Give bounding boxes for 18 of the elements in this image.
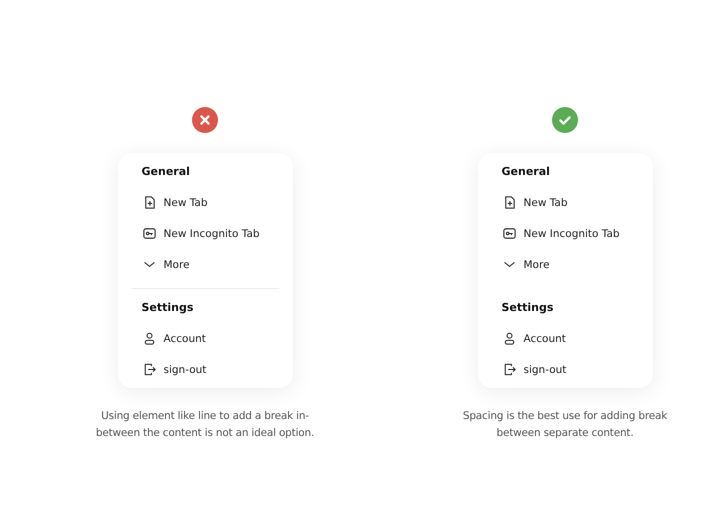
- menu-item[interactable]: New Incognito Tab: [478, 218, 652, 249]
- section-title: Settings: [140, 300, 194, 316]
- menu-item[interactable]: New Tab: [478, 187, 652, 218]
- menu-item[interactable]: Account: [118, 323, 292, 354]
- caption: Spacing is the best use for adding break between separate content.: [462, 409, 668, 441]
- menu-item[interactable]: New Incognito Tab: [118, 218, 292, 249]
- menu-item[interactable]: sign-out: [478, 354, 652, 385]
- menu-item[interactable]: New Tab: [118, 187, 292, 218]
- section-title: Settings: [500, 300, 554, 316]
- menu-item[interactable]: More: [118, 249, 292, 280]
- section-title: General: [140, 164, 191, 180]
- caption: Using element like line to add a break in- between the content is not an ideal option.: [96, 409, 314, 441]
- menu-item[interactable]: Account: [478, 323, 652, 354]
- key-icon: [502, 226, 516, 241]
- menu-item[interactable]: More: [478, 249, 652, 280]
- section-title: General: [500, 164, 551, 180]
- menu-item[interactable]: sign-out: [118, 354, 292, 385]
- key-icon: [142, 226, 156, 241]
